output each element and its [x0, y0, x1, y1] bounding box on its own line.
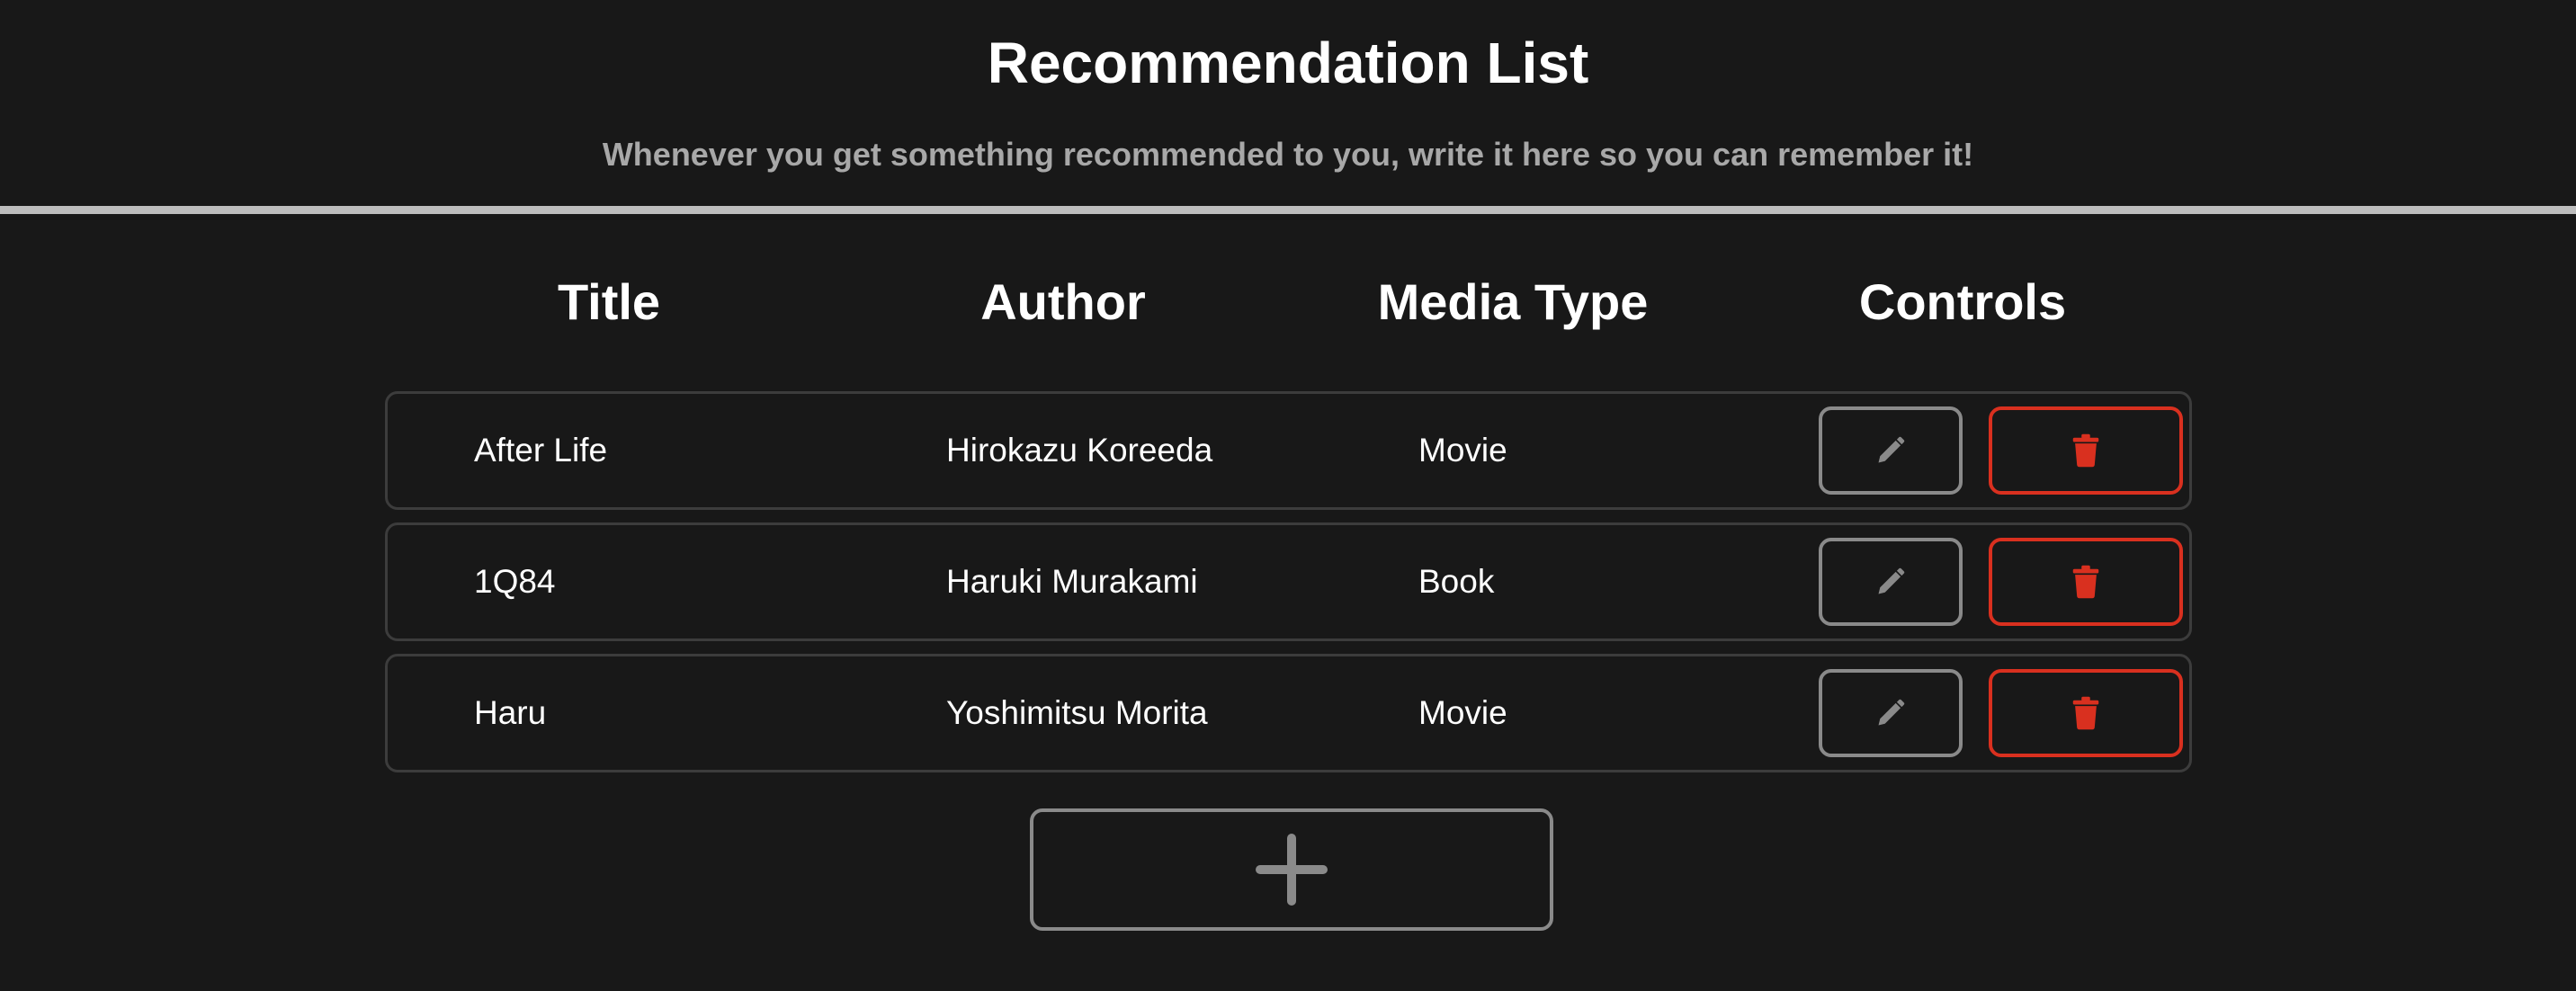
column-header-author: Author	[980, 273, 1146, 330]
row-author: Hirokazu Koreeda	[946, 432, 1213, 469]
add-recommendation-button[interactable]	[1030, 808, 1553, 931]
column-header-controls: Controls	[1858, 273, 2067, 330]
trash-icon	[2072, 433, 2099, 468]
header-divider	[0, 206, 2576, 214]
row-author: Yoshimitsu Morita	[946, 694, 1208, 731]
page-header: Recommendation List Whenever you get som…	[0, 0, 2576, 207]
trash-icon	[2072, 696, 2099, 730]
column-header-media-type: Media Type	[1377, 273, 1649, 330]
edit-button[interactable]	[1819, 406, 1963, 495]
pencil-icon	[1878, 567, 1905, 594]
row-media-type: Movie	[1418, 694, 1507, 731]
row-media-type: Book	[1418, 563, 1495, 600]
pencil-icon	[1878, 436, 1905, 463]
row-title: 1Q84	[474, 563, 556, 600]
table-row: After Life Hirokazu Koreeda Movie	[385, 391, 2192, 510]
edit-button[interactable]	[1819, 669, 1963, 757]
trash-icon	[2072, 565, 2099, 599]
delete-button[interactable]	[1989, 538, 2183, 626]
row-author: Haruki Murakami	[946, 563, 1198, 600]
column-header-title: Title	[557, 273, 661, 330]
page-title: Recommendation List	[987, 31, 1589, 95]
delete-button[interactable]	[1989, 669, 2183, 757]
pencil-icon	[1878, 699, 1905, 726]
plus-icon	[1256, 834, 1328, 906]
recommendation-list: After Life Hirokazu Koreeda Movie 1Q84 H…	[385, 391, 2197, 785]
edit-button[interactable]	[1819, 538, 1963, 626]
row-title: Haru	[474, 694, 547, 731]
page-subtitle: Whenever you get something recommended t…	[602, 136, 1974, 173]
table-row: Haru Yoshimitsu Morita Movie	[385, 654, 2192, 772]
row-title: After Life	[474, 432, 608, 469]
delete-button[interactable]	[1989, 406, 2183, 495]
row-media-type: Movie	[1418, 432, 1507, 469]
table-row: 1Q84 Haruki Murakami Book	[385, 522, 2192, 641]
